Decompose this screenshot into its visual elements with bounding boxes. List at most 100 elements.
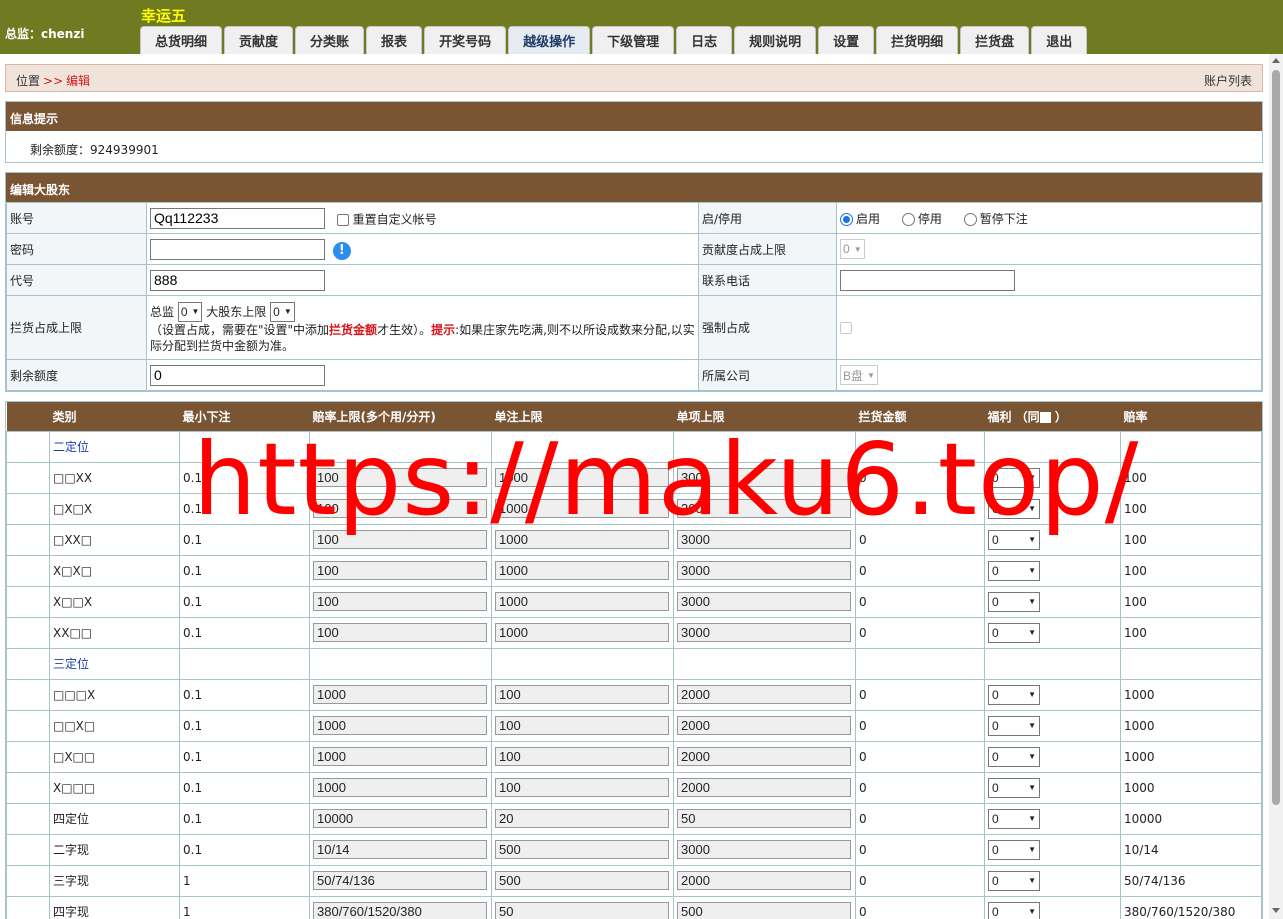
welfare-select[interactable]: 0 ▼ xyxy=(988,715,1040,736)
odds-limit-input[interactable]: 380/760/1520/380 xyxy=(313,902,487,919)
single-limit-input[interactable]: 1000 xyxy=(495,530,669,549)
block-sh-select[interactable]: 0 ▼ xyxy=(270,301,295,322)
block-sup-select[interactable]: 0 ▼ xyxy=(177,301,203,322)
single-limit-input[interactable]: 50 xyxy=(495,902,669,919)
single-limit-input[interactable]: 1000 xyxy=(495,592,669,611)
single-limit-input[interactable]: 20 xyxy=(495,809,669,828)
welfare-same-checkbox[interactable] xyxy=(1039,411,1051,423)
tab-6[interactable]: 下级管理 xyxy=(592,26,675,54)
item-limit-input[interactable]: 2000 xyxy=(677,685,851,704)
tab-2[interactable]: 分类账 xyxy=(295,26,365,54)
odds-limit-input[interactable]: 1000 xyxy=(313,778,487,797)
welfare-select[interactable]: 0 ▼ xyxy=(988,560,1040,581)
tab-0[interactable]: 总货明细 xyxy=(140,26,223,54)
tab-4[interactable]: 开奖号码 xyxy=(424,26,507,54)
welfare-select[interactable]: 0 ▼ xyxy=(988,746,1040,767)
min-bet-cell: 0.1 xyxy=(179,802,310,835)
odds-limit-input[interactable]: 100 xyxy=(313,530,487,549)
odds-limit-input[interactable]: 100 xyxy=(313,623,487,642)
single-limit-input[interactable]: 500 xyxy=(495,840,669,859)
welfare-select[interactable]: 0 ▼ xyxy=(988,808,1040,829)
welfare-select[interactable]: 0 ▼ xyxy=(988,901,1040,919)
single-limit-input[interactable]: 1000 xyxy=(495,623,669,642)
single-limit-input[interactable]: 1000 xyxy=(495,561,669,580)
password-input[interactable] xyxy=(150,238,325,260)
category-cell: □X□X xyxy=(49,492,180,525)
scroll-up-icon[interactable] xyxy=(1272,58,1280,63)
block-amount-cell: 0 xyxy=(855,585,985,618)
status-label: 启/停用 xyxy=(698,202,837,234)
welfare-select[interactable]: 0 ▼ xyxy=(988,684,1040,705)
scroll-down-icon[interactable] xyxy=(1272,908,1280,913)
welfare-select[interactable]: 0 ▼ xyxy=(988,467,1040,488)
tab-3[interactable]: 报表 xyxy=(366,26,423,54)
item-limit-input[interactable]: 2000 xyxy=(677,747,851,766)
item-limit-input[interactable]: 3000 xyxy=(677,561,851,580)
item-limit-input[interactable]: 3000 xyxy=(677,840,851,859)
tab-10[interactable]: 拦货明细 xyxy=(876,26,959,54)
item-limit-input[interactable]: 500 xyxy=(677,902,851,919)
code-label: 代号 xyxy=(6,264,147,296)
item-limit-input[interactable]: 2000 xyxy=(677,778,851,797)
tab-9[interactable]: 设置 xyxy=(818,26,875,54)
item-limit-input[interactable]: 3000 xyxy=(677,468,851,487)
item-limit-input[interactable]: 3000 xyxy=(677,530,851,549)
tab-12[interactable]: 退出 xyxy=(1031,26,1088,54)
item-limit-input[interactable]: 50 xyxy=(677,809,851,828)
remaining-label: 剩余额度： xyxy=(30,143,91,157)
remain-input[interactable] xyxy=(150,364,325,386)
min-bet-cell: 0.1 xyxy=(179,709,310,742)
page-scrollbar[interactable] xyxy=(1269,54,1283,919)
item-limit-input[interactable]: 2000 xyxy=(677,716,851,735)
welfare-select[interactable]: 0 ▼ xyxy=(988,591,1040,612)
single-limit-input[interactable]: 1000 xyxy=(495,468,669,487)
account-list-link[interactable]: 账户列表 xyxy=(1204,72,1252,89)
tab-7[interactable]: 日志 xyxy=(676,26,733,54)
single-limit-input[interactable]: 100 xyxy=(495,716,669,735)
tab-11[interactable]: 拦货盘 xyxy=(960,26,1030,54)
tab-1[interactable]: 贡献度 xyxy=(224,26,294,54)
table-row: □□XX 0.1 100 1000 3000 0 0 ▼ 100 xyxy=(6,461,1262,494)
item-limit-input[interactable]: 3000 xyxy=(677,592,851,611)
odds-limit-input[interactable]: 100 xyxy=(313,561,487,580)
status-disable-radio[interactable] xyxy=(901,212,915,226)
odds-limit-input[interactable]: 1000 xyxy=(313,716,487,735)
welfare-select[interactable]: 0 ▼ xyxy=(988,870,1040,891)
remaining-value: 924939901 xyxy=(90,143,159,157)
odds-limit-input[interactable]: 50/74/136 xyxy=(313,871,487,890)
reset-account-checkbox[interactable] xyxy=(336,213,349,226)
item-limit-input[interactable]: 3000 xyxy=(677,623,851,642)
welfare-select[interactable]: 0 ▼ xyxy=(988,622,1040,643)
status-enable-radio[interactable] xyxy=(840,212,853,226)
odds-limit-input[interactable]: 1000 xyxy=(313,747,487,766)
single-limit-input[interactable]: 500 xyxy=(495,871,669,890)
welfare-select[interactable]: 0 ▼ xyxy=(988,839,1040,860)
status-pause-radio[interactable] xyxy=(963,212,977,226)
scroll-thumb[interactable] xyxy=(1272,70,1280,805)
item-limit-input[interactable]: 3000 xyxy=(677,499,851,518)
odds-limit-input[interactable]: 10000 xyxy=(313,809,487,828)
odds-limit-input[interactable]: 10/14 xyxy=(313,840,487,859)
block-amount-cell: 0 xyxy=(855,864,985,897)
category-cell: □□□X xyxy=(49,678,180,711)
phone-input[interactable] xyxy=(840,269,1015,291)
welfare-select[interactable]: 0 ▼ xyxy=(988,498,1040,519)
single-limit-input[interactable]: 1000 xyxy=(495,499,669,518)
welfare-select[interactable]: 0 ▼ xyxy=(988,529,1040,550)
odds-limit-input[interactable]: 1000 xyxy=(313,685,487,704)
odds-limit-input[interactable]: 100 xyxy=(313,592,487,611)
item-limit-input[interactable]: 2000 xyxy=(677,871,851,890)
welfare-select[interactable]: 0 ▼ xyxy=(988,777,1040,798)
supervisor-label: 总监：chenzi xyxy=(5,27,85,41)
account-input[interactable] xyxy=(150,207,325,229)
tab-5[interactable]: 越级操作 xyxy=(508,26,591,54)
tab-8[interactable]: 规则说明 xyxy=(734,26,817,54)
code-input[interactable] xyxy=(150,269,325,291)
min-bet-cell: 0.1 xyxy=(179,461,310,494)
single-limit-input[interactable]: 100 xyxy=(495,778,669,797)
single-limit-input[interactable]: 100 xyxy=(495,685,669,704)
info-panel-title: 信息提示 xyxy=(6,102,1262,131)
odds-limit-input[interactable]: 100 xyxy=(313,468,487,487)
single-limit-input[interactable]: 100 xyxy=(495,747,669,766)
odds-limit-input[interactable]: 100 xyxy=(313,499,487,518)
